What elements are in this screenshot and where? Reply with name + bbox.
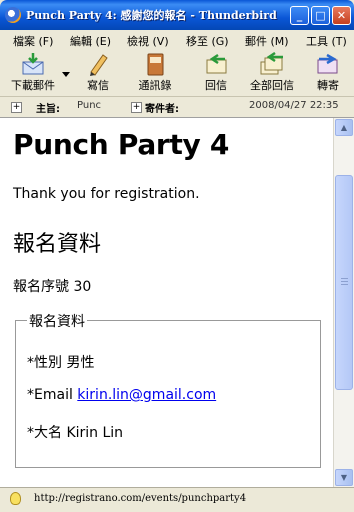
address-book-button[interactable]: 通訊錄 bbox=[132, 52, 178, 94]
menu-go[interactable]: 移至 (G) bbox=[186, 33, 229, 49]
menu-tools[interactable]: 工具 (T) bbox=[306, 33, 347, 49]
email-label: *Email bbox=[27, 387, 73, 403]
chevron-down-icon bbox=[62, 72, 70, 77]
message-date: 2008/04/27 22:35 bbox=[249, 100, 339, 111]
get-mail-button[interactable]: 下載郵件 bbox=[6, 52, 60, 94]
reply-all-button[interactable]: 全部回信 bbox=[246, 52, 298, 94]
maximize-button[interactable]: □ bbox=[311, 6, 330, 25]
get-mail-icon bbox=[22, 53, 44, 75]
forward-label: 轉寄 bbox=[317, 79, 339, 92]
section-title: 報名資料 bbox=[13, 232, 102, 257]
pencil-icon bbox=[90, 54, 108, 76]
subject-label: 主旨: bbox=[36, 104, 60, 115]
forward-button[interactable]: 轉寄 bbox=[311, 52, 345, 94]
address-book-icon bbox=[147, 53, 164, 76]
name-field: *大名 Kirin Lin bbox=[27, 425, 124, 441]
title-bar[interactable]: Punch Party 4: 感謝您的報名 - Thunderbird _ □ … bbox=[0, 0, 354, 30]
from-label: 寄件者: bbox=[145, 104, 179, 115]
scroll-down-button[interactable]: ▼ bbox=[335, 469, 353, 486]
thunderbird-icon bbox=[5, 7, 21, 23]
menu-edit[interactable]: 編輯 (E) bbox=[70, 33, 111, 49]
reply-all-label: 全部回信 bbox=[250, 79, 294, 92]
reply-label: 回信 bbox=[205, 79, 227, 92]
get-mail-label: 下載郵件 bbox=[11, 79, 55, 92]
minimize-button[interactable]: _ bbox=[290, 6, 309, 25]
menu-message[interactable]: 郵件 (M) bbox=[245, 33, 289, 49]
toolbar: 下載郵件 寫信 通訊錄 回信 全部回信 轉寄 bbox=[0, 50, 354, 97]
scroll-thumb[interactable] bbox=[335, 175, 353, 390]
expand-subject-icon[interactable]: + bbox=[11, 102, 22, 113]
reply-all-icon bbox=[260, 52, 283, 75]
message-body: Punch Party 4 Thank you for registration… bbox=[0, 118, 333, 487]
menu-view[interactable]: 檢視 (V) bbox=[127, 33, 169, 49]
vertical-scrollbar[interactable]: ▲ ▼ bbox=[333, 118, 354, 487]
thanks-text: Thank you for registration. bbox=[13, 186, 200, 202]
forward-icon bbox=[317, 53, 338, 74]
registration-number: 報名序號 30 bbox=[13, 276, 91, 296]
reg-no-label: 報名序號 bbox=[13, 279, 69, 295]
reg-no-value: 30 bbox=[73, 279, 92, 295]
reply-icon bbox=[206, 53, 227, 74]
address-book-label: 通訊錄 bbox=[138, 79, 172, 92]
status-bar: http://registrano.com/events/punchparty4 bbox=[0, 487, 354, 512]
close-button[interactable]: ✕ bbox=[332, 6, 351, 25]
lightbulb-icon bbox=[10, 492, 21, 505]
menu-file[interactable]: 檔案 (F) bbox=[13, 33, 53, 49]
expand-from-icon[interactable]: + bbox=[131, 102, 142, 113]
email-field: *Email kirin.lin@gmail.com bbox=[27, 387, 216, 403]
reply-button[interactable]: 回信 bbox=[198, 52, 234, 94]
scroll-up-button[interactable]: ▲ bbox=[335, 119, 353, 136]
write-button[interactable]: 寫信 bbox=[78, 52, 118, 94]
status-url: http://registrano.com/events/punchparty4 bbox=[34, 493, 247, 504]
fieldset-legend: 報名資料 bbox=[27, 311, 87, 331]
message-header: + 主旨: Punc + 寄件者: 2008/04/27 22:35 bbox=[0, 97, 354, 118]
message-title: Punch Party 4 bbox=[13, 128, 230, 161]
subject-value: Punc bbox=[77, 100, 102, 111]
email-link[interactable]: kirin.lin@gmail.com bbox=[77, 387, 216, 403]
gender-field: *性別 男性 bbox=[27, 355, 95, 371]
window-title: Punch Party 4: 感謝您的報名 - Thunderbird bbox=[26, 9, 277, 22]
menu-bar: 檔案 (F) 編輯 (E) 檢視 (V) 移至 (G) 郵件 (M) 工具 (T… bbox=[0, 30, 354, 50]
write-label: 寫信 bbox=[87, 79, 109, 92]
